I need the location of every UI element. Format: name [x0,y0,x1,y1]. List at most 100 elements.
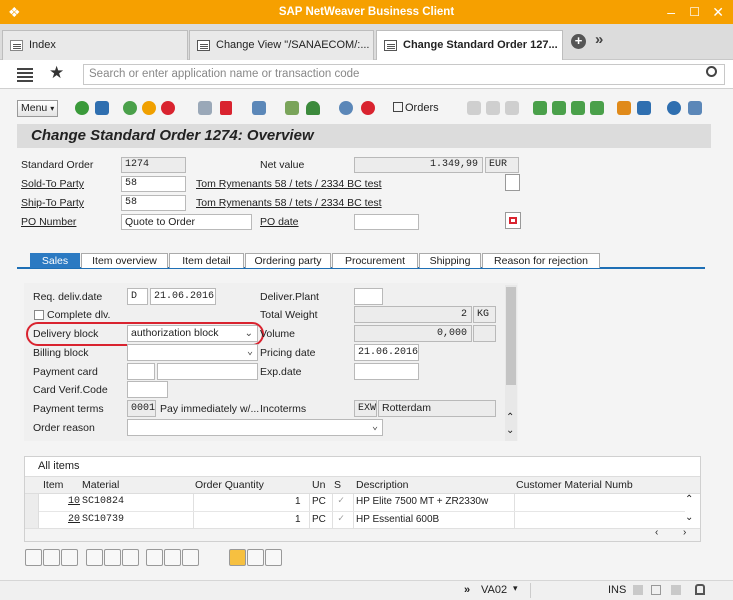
scroll-down-icon[interactable]: ⌄ [506,425,514,436]
maximize-icon[interactable]: ☐ [689,0,700,24]
scroll-right-icon[interactable]: › [683,527,686,538]
item-insert-icon[interactable] [86,549,103,566]
payment-card-type-field[interactable] [127,363,155,380]
partner-icon[interactable] [306,101,320,115]
item-select-icon[interactable] [122,549,139,566]
scroll-down-icon[interactable]: ⌄ [685,512,693,523]
row-material[interactable]: SC10739 [82,512,124,528]
menu-list-icon[interactable] [17,67,33,81]
row-quantity[interactable]: 1 [295,494,301,510]
back-icon[interactable] [123,101,137,115]
tab-index[interactable]: Index [2,30,188,60]
row-unit[interactable]: PC [312,512,326,528]
sold-to-description[interactable]: Tom Rymenants 58 / tets / 2334 BC test [196,176,382,192]
req-deliv-date-field[interactable]: 21.06.2016 [150,288,216,305]
ship-to-label[interactable]: Ship-To Party [21,195,84,211]
scrollbar-thumb[interactable] [506,287,516,385]
org-data-icon[interactable] [285,101,299,115]
lock-icon[interactable] [695,584,705,595]
chevron-right-icon[interactable]: » [464,584,470,596]
sold-to-field[interactable]: 58 [121,176,186,192]
first-page-icon[interactable] [533,101,547,115]
item-edit-icon[interactable] [43,549,60,566]
row-selector-column[interactable] [25,494,39,528]
save-icon[interactable] [95,101,109,115]
scroll-up-icon[interactable]: ⌃ [506,412,514,423]
tab-shipping[interactable]: Shipping [419,253,481,268]
item-pricing-icon[interactable] [265,549,282,566]
tab-change-view[interactable]: Change View "/SANAECOM/:... [189,30,374,60]
column-description[interactable]: Description [356,476,409,494]
search-input[interactable]: Search or enter application name or tran… [83,64,725,85]
payment-card-field[interactable] [157,363,258,380]
orders-button[interactable]: Orders [393,102,439,114]
item-conditions-icon[interactable] [164,549,181,566]
po-number-field[interactable]: Quote to Order [121,214,252,230]
find-icon[interactable] [486,101,500,115]
po-number-label[interactable]: PO Number [21,214,76,230]
scroll-up-icon[interactable]: ⌃ [685,494,693,505]
layout-icon[interactable] [671,585,681,595]
sold-to-label[interactable]: Sold-To Party [21,176,84,192]
new-session-icon[interactable] [617,101,631,115]
enter-icon[interactable] [75,101,89,115]
document-icon[interactable] [505,174,520,191]
print-icon[interactable] [467,101,481,115]
item-partner-icon[interactable] [146,549,163,566]
card-verif-field[interactable] [127,381,168,398]
column-material[interactable]: Material [82,476,119,494]
favorites-star-icon[interactable]: ★ [49,63,64,83]
incoterms-code-field[interactable]: EXW [354,400,377,417]
row-item-number[interactable]: 20 [68,512,80,528]
row-item-number[interactable]: 10 [68,494,80,510]
minimize-icon[interactable]: – [667,0,675,24]
add-tab-icon[interactable]: + [571,34,586,49]
next-page-icon[interactable] [571,101,585,115]
payment-terms-code-field[interactable]: 0001 [127,400,156,417]
tab-change-order[interactable]: Change Standard Order 127... [376,30,563,61]
row-description[interactable]: HP Elite 7500 MT + ZR2330w [356,494,488,510]
row-material[interactable]: SC10824 [82,494,124,510]
cancel-icon[interactable] [161,101,175,115]
column-order-quantity[interactable]: Order Quantity [195,476,264,494]
chevron-right-icon[interactable]: » [595,31,603,48]
scroll-left-icon[interactable]: ‹ [655,527,658,538]
document-flow-icon[interactable] [339,101,353,115]
item-schedule-icon[interactable] [182,549,199,566]
row-unit[interactable]: PC [312,494,326,510]
display-change-icon[interactable] [198,101,212,115]
tab-item-overview[interactable]: Item overview [81,253,168,268]
column-unit[interactable]: Un [312,476,325,494]
tab-ordering-party[interactable]: Ordering party [245,253,331,268]
item-availability-icon[interactable] [247,549,264,566]
tab-item-detail[interactable]: Item detail [169,253,244,268]
find-next-icon[interactable] [505,101,519,115]
tab-procurement[interactable]: Procurement [332,253,418,268]
chevron-down-icon[interactable]: ▾ [513,583,518,594]
exit-icon[interactable] [142,101,156,115]
menu-button[interactable]: Menu ▾ [17,100,58,117]
horizontal-scrollbar[interactable]: ‹ › [25,527,700,541]
pricing-date-field[interactable]: 21.06.2016 [354,344,419,361]
header-icon[interactable] [252,101,266,115]
item-details-icon[interactable] [25,549,42,566]
billing-block-select[interactable]: ⌄ [127,344,258,361]
po-date-field[interactable] [354,214,419,230]
settings-icon[interactable] [688,101,702,115]
column-item[interactable]: Item [43,476,63,494]
item-copy-icon[interactable] [104,549,121,566]
row-description[interactable]: HP Essential 600B [356,512,439,528]
last-page-icon[interactable] [590,101,604,115]
status-icon[interactable] [361,101,375,115]
help-icon[interactable] [667,101,681,115]
tab-sales[interactable]: Sales [30,253,80,268]
shortcut-icon[interactable] [637,101,651,115]
close-icon[interactable]: ✕ [712,0,724,24]
tab-reason-for-rejection[interactable]: Reason for rejection [482,253,600,268]
sales-panel-scrollbar[interactable]: ⌃ ⌄ [505,285,517,441]
toggle-icon[interactable] [651,585,661,595]
search-icon[interactable] [706,66,717,77]
po-date-label[interactable]: PO date [260,214,299,230]
row-quantity[interactable]: 1 [295,512,301,528]
ship-to-field[interactable]: 58 [121,195,186,211]
